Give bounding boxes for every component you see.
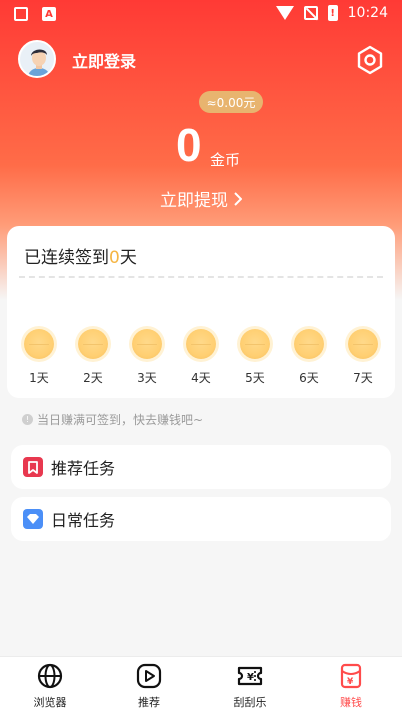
sign-in-day[interactable]: 4天 <box>183 329 219 386</box>
task-daily[interactable]: 日常任务 <box>11 497 391 541</box>
play-icon <box>136 663 162 689</box>
withdraw-label: 立即提现 <box>160 191 228 211</box>
no-signal-icon <box>303 6 318 20</box>
globe-icon <box>37 663 63 689</box>
ticket-icon: ¥ <box>237 666 263 686</box>
sign-in-day[interactable]: 5天 <box>237 329 273 386</box>
day-label: 2天 <box>83 371 103 385</box>
nav-label: 推荐 <box>138 696 160 709</box>
sign-in-day[interactable]: 7天 <box>345 329 381 386</box>
day-label: 3天 <box>137 371 157 385</box>
sign-in-days: 0 <box>109 248 120 268</box>
chevron-right-icon <box>234 191 242 206</box>
sign-in-day[interactable]: 3天 <box>129 329 165 386</box>
nav-item-scratch[interactable]: ¥ 刮刮乐 <box>220 663 280 710</box>
info-icon: ! <box>22 414 33 425</box>
nav-label: 赚钱 <box>340 696 362 709</box>
nav-item-recommend[interactable]: 推荐 <box>119 663 179 710</box>
bookmark-icon <box>23 457 43 477</box>
qr-icon <box>14 7 28 21</box>
svg-text:¥: ¥ <box>247 672 254 683</box>
day-label: 4天 <box>191 371 211 385</box>
nav-label: 刮刮乐 <box>233 696 267 709</box>
wifi-icon <box>275 6 294 20</box>
sign-in-card: 已连续签到0天 1天 2天 3天 4天 5天 6天 7天 <box>7 226 395 398</box>
avatar[interactable] <box>18 40 56 78</box>
status-time: 10:24 <box>347 5 388 21</box>
bottom-nav: 浏览器 推荐 ¥ 刮刮乐 ¥ 赚钱 <box>0 656 402 716</box>
day-label: 5天 <box>245 371 265 385</box>
coin-unit-label: 金币 <box>210 151 241 169</box>
diamond-icon <box>23 509 43 529</box>
coin-icon <box>186 329 216 359</box>
nav-label: 浏览器 <box>33 696 67 709</box>
sign-in-title-suffix: 天 <box>119 248 137 268</box>
task-label: 推荐任务 <box>51 459 116 478</box>
battery-icon: ! <box>327 5 338 21</box>
nav-item-earn[interactable]: ¥ 赚钱 <box>321 663 381 710</box>
settings-icon[interactable] <box>355 45 385 75</box>
withdraw-button[interactable]: 立即提现 <box>160 186 242 211</box>
task-label: 日常任务 <box>51 511 116 530</box>
sign-in-day[interactable]: 2天 <box>75 329 111 386</box>
nav-item-browser[interactable]: 浏览器 <box>20 663 80 710</box>
a-icon: A <box>42 7 56 21</box>
day-label: 7天 <box>353 371 373 385</box>
tip-text: 当日赚满可签到，快去赚钱吧~ <box>37 413 204 427</box>
day-label: 6天 <box>299 371 319 385</box>
coin-icon <box>132 329 162 359</box>
task-recommended[interactable]: 推荐任务 <box>11 445 391 489</box>
sign-in-day[interactable]: 6天 <box>291 329 327 386</box>
cash-balance-badge: ≈0.00元 <box>199 91 263 113</box>
coin-icon <box>78 329 108 359</box>
coin-icon <box>348 329 378 359</box>
sign-in-tip: ! 当日赚满可签到，快去赚钱吧~ <box>22 411 203 428</box>
coin-icon <box>24 329 54 359</box>
money-envelope-icon: ¥ <box>340 663 362 689</box>
sign-in-title-prefix: 已连续签到 <box>24 248 109 268</box>
sign-in-day[interactable]: 1天 <box>21 329 57 386</box>
coin-icon <box>294 329 324 359</box>
coin-balance: 0 <box>176 119 202 171</box>
login-link[interactable]: 立即登录 <box>72 48 136 72</box>
divider <box>19 276 383 278</box>
day-label: 1天 <box>29 371 49 385</box>
sign-in-title: 已连续签到0天 <box>24 243 137 268</box>
status-bar: A ! 10:24 <box>0 0 402 30</box>
coin-icon <box>240 329 270 359</box>
svg-text:¥: ¥ <box>347 677 354 687</box>
